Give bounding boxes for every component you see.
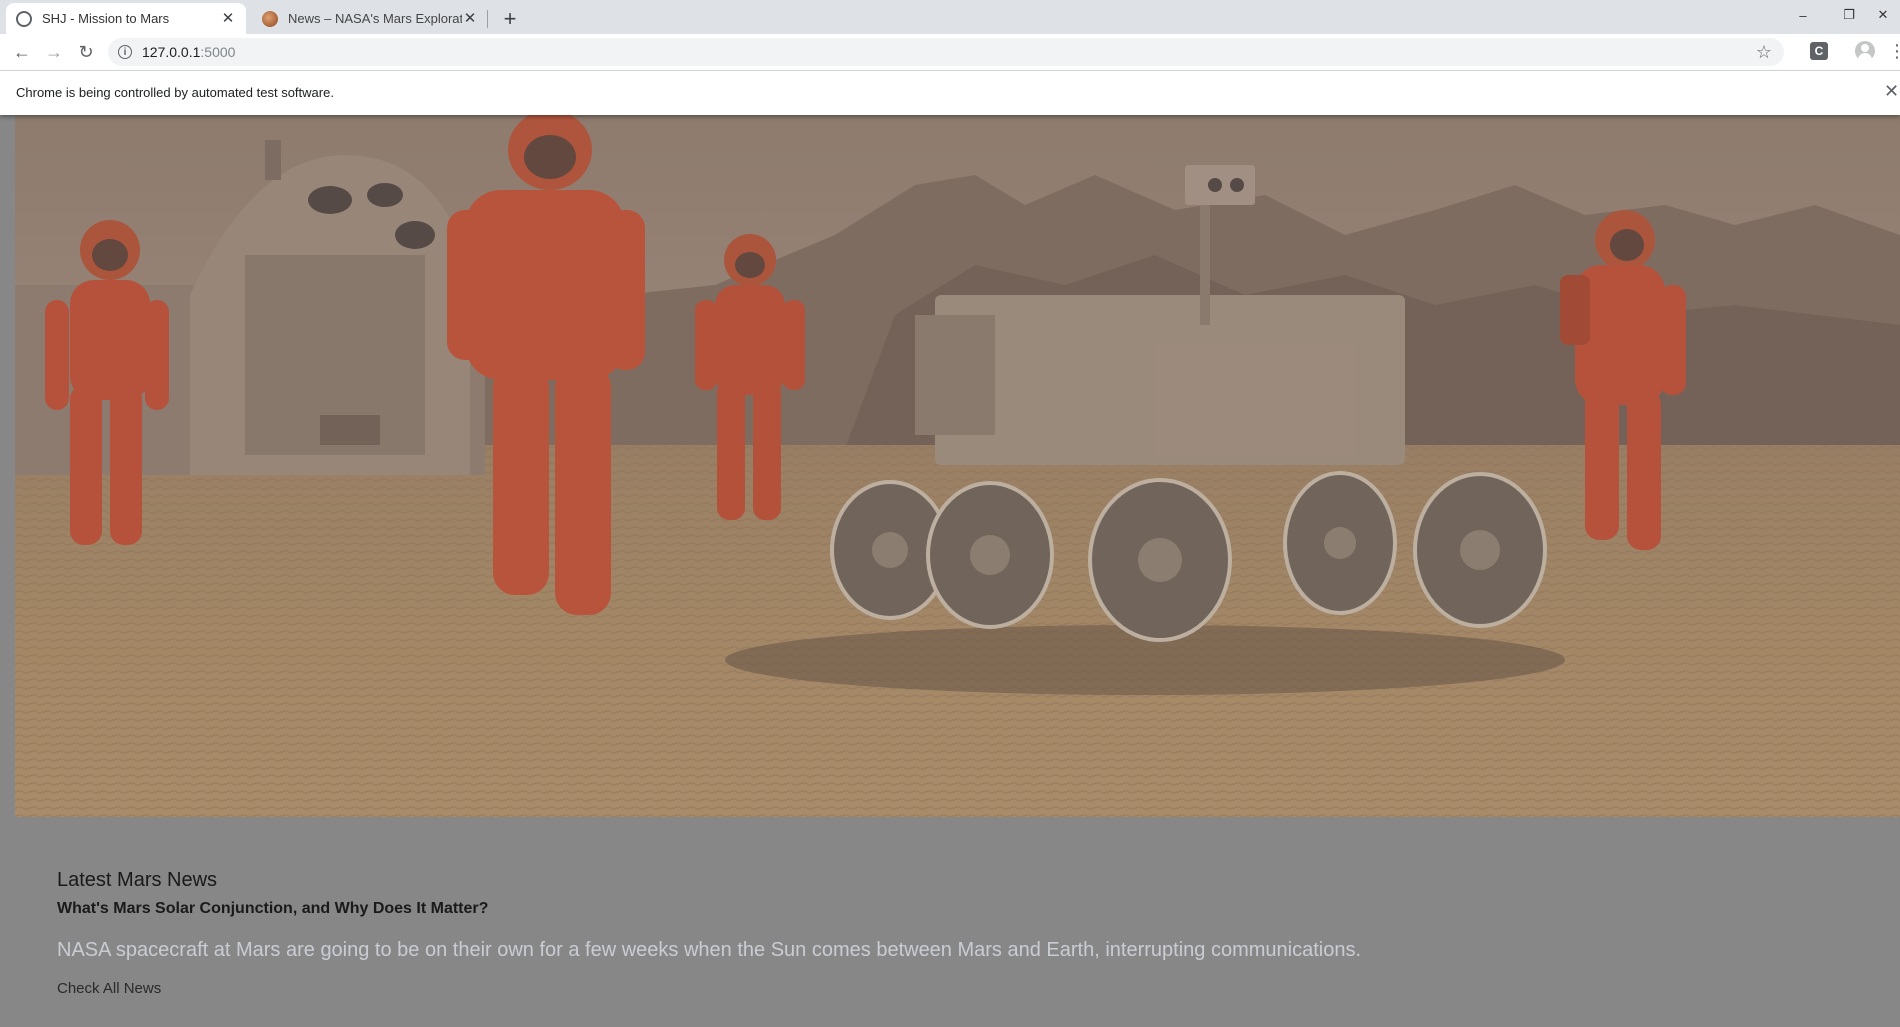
infobar-close-icon[interactable]: ✕ xyxy=(1884,81,1900,102)
latest-news-section: Latest Mars News What's Mars Solar Conju… xyxy=(57,869,1857,998)
news-article-teaser: NASA spacecraft at Mars are going to be … xyxy=(57,939,1362,961)
close-tab-icon[interactable]: ✕ xyxy=(462,10,478,27)
browser-toolbar: ← → ↻ i 127.0.0.1:5000 ☆ C ⋮ xyxy=(0,34,1900,71)
address-bar[interactable]: i 127.0.0.1:5000 ☆ xyxy=(108,38,1784,66)
reload-button[interactable]: ↻ xyxy=(72,38,100,66)
close-tab-icon[interactable]: ✕ xyxy=(220,10,236,27)
info-icon[interactable]: i xyxy=(118,45,132,59)
check-all-news-link[interactable]: Check All News xyxy=(57,980,161,997)
browser-titlebar: SHJ - Mission to Mars ✕ News – NASA's Ma… xyxy=(0,0,1900,34)
tab-nasa-news[interactable]: News – NASA's Mars Exploration ✕ xyxy=(252,3,488,34)
globe-icon xyxy=(16,10,32,27)
back-button[interactable]: ← xyxy=(8,38,36,66)
news-section-heading: Latest Mars News xyxy=(57,869,218,891)
forward-button[interactable]: → xyxy=(40,38,68,66)
url-host: 127.0.0.1 xyxy=(142,44,201,60)
url-port: :5000 xyxy=(200,44,236,60)
profile-avatar-icon[interactable] xyxy=(1855,41,1875,61)
news-article-title: What's Mars Solar Conjunction, and Why D… xyxy=(57,900,489,917)
tab-mission-to-mars[interactable]: SHJ - Mission to Mars ✕ xyxy=(6,3,246,34)
kebab-menu-icon[interactable]: ⋮ xyxy=(1888,40,1900,62)
hero-image xyxy=(15,115,1900,817)
close-window-button[interactable]: ✕ xyxy=(1866,0,1900,30)
new-tab-button[interactable]: + xyxy=(496,5,524,33)
tab-title: News – NASA's Mars Exploration xyxy=(288,11,462,26)
bookmark-star-icon[interactable]: ☆ xyxy=(1756,42,1772,63)
automation-infobar: Chrome is being controlled by automated … xyxy=(0,71,1900,115)
page-body: Latest Mars News What's Mars Solar Conju… xyxy=(0,115,1900,1027)
infobar-message: Chrome is being controlled by automated … xyxy=(16,85,334,100)
tab-title: SHJ - Mission to Mars xyxy=(42,11,170,26)
mars-favicon-icon xyxy=(262,10,278,27)
minimize-button[interactable]: – xyxy=(1780,0,1826,30)
tab-divider xyxy=(487,10,488,28)
mars-scene-illustration xyxy=(15,115,1900,817)
extension-icon[interactable]: C xyxy=(1810,42,1828,60)
